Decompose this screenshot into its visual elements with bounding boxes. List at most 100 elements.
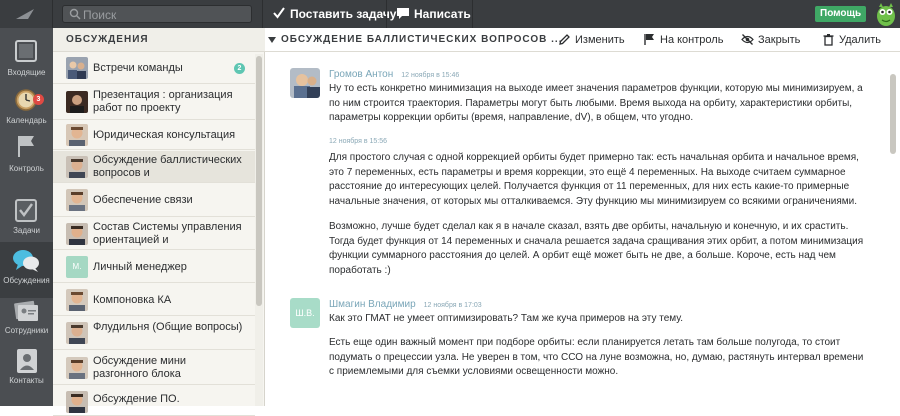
user-avatar xyxy=(66,289,88,311)
calendar-badge: 3 xyxy=(33,94,44,105)
unread-count-badge: 2 xyxy=(234,63,245,74)
list-item[interactable]: Флудильня (Общие вопросы) xyxy=(53,317,255,350)
author-name: Шмагин Владимир xyxy=(329,299,416,310)
user-avatar xyxy=(66,391,88,413)
speech-bubble-icon xyxy=(397,8,409,19)
chat-bubbles-icon xyxy=(13,250,39,272)
delete-label: Удалить xyxy=(839,34,881,46)
close-label: Закрыть xyxy=(758,34,801,46)
message-text: Возможно, лучше будет сделал как я в нач… xyxy=(329,221,864,276)
list-item-title: Юридическая консультация xyxy=(93,129,236,141)
list-item[interactable]: Обсуждение мини разгонного блока xyxy=(53,351,255,385)
edit-label: Изменить xyxy=(575,34,625,46)
message-author[interactable]: Громов Антон 12 ноября в 15:46 xyxy=(329,69,459,80)
checkmark-icon xyxy=(273,7,285,19)
discussion-header: ОБСУЖДЕНИЕ БАЛЛИСТИЧЕСКИХ ВОПРОСОВ ... И… xyxy=(265,28,900,52)
list-item-title: Компоновка КА xyxy=(93,294,172,306)
nav-employees[interactable]: Сотрудники xyxy=(0,294,53,350)
nav-calendar-label: Календарь xyxy=(6,116,47,125)
user-avatar-icon[interactable] xyxy=(874,1,898,27)
list-item-active[interactable]: Обсуждение баллистических вопросов и xyxy=(53,151,255,183)
nav-contacts-label: Контакты xyxy=(9,376,44,385)
message-author[interactable]: Шмагин Владимир 12 ноября в 17:03 xyxy=(329,299,482,310)
eye-off-icon xyxy=(741,34,754,45)
control-label: На контроль xyxy=(660,34,724,46)
delete-button[interactable]: Удалить xyxy=(822,32,881,48)
user-avatar xyxy=(66,223,88,245)
nav-control-label: Контроль xyxy=(9,164,44,173)
app-logo-icon[interactable] xyxy=(14,7,38,21)
nav-tasks[interactable]: Задачи xyxy=(0,192,53,248)
list-item[interactable]: Компоновка КА xyxy=(53,284,255,316)
list-item[interactable]: Состав Системы управления ориентацией и xyxy=(53,218,255,250)
write-label: Написать xyxy=(414,7,471,21)
person-icon xyxy=(17,349,37,373)
list-scrollbar-thumb[interactable] xyxy=(256,56,262,306)
message-time: 12 ноября в 15:46 xyxy=(401,72,460,79)
message-scrollbar[interactable] xyxy=(889,54,897,406)
new-task-label: Поставить задачу xyxy=(290,7,397,21)
initials-avatar: М. xyxy=(66,256,88,278)
author-name: Громов Антон xyxy=(329,69,394,80)
list-scrollbar[interactable] xyxy=(255,54,263,406)
list-item[interactable]: Презентация : организация работ по проек… xyxy=(53,85,255,120)
user-avatar xyxy=(66,189,88,211)
list-item-title: Обсуждение ПО. xyxy=(93,393,180,405)
edit-button[interactable]: Изменить xyxy=(558,32,625,48)
message-time: 12 ноября в 15:56 xyxy=(329,138,388,145)
write-button[interactable]: Написать xyxy=(396,6,471,22)
message-text: Как это ГМАТ не умеет оптимизировать? Та… xyxy=(329,313,684,324)
list-item-title: Обсуждение мини разгонного блока xyxy=(93,355,187,380)
list-item-title: Обеспечение связи xyxy=(93,194,193,206)
initials-avatar[interactable]: Ш.В. xyxy=(290,298,320,328)
contacts-cards-icon xyxy=(14,300,38,321)
list-item[interactable]: Юридическая консультация xyxy=(53,121,255,150)
list-item[interactable]: Обеспечение связи xyxy=(53,184,255,217)
user-avatar xyxy=(66,156,88,178)
close-button[interactable]: Закрыть xyxy=(741,32,800,48)
message-text: Ну то есть конкретно минимизация на выхо… xyxy=(329,83,863,124)
chevron-down-icon[interactable] xyxy=(268,37,276,43)
list-item-title: Личный менеджер xyxy=(93,261,187,273)
user-avatar xyxy=(66,357,88,379)
user-avatar xyxy=(66,91,88,113)
list-item-title: Флудильня (Общие вопросы) xyxy=(93,321,243,333)
flag-icon xyxy=(644,34,654,45)
message-text: Для простого случая с одной коррекцией о… xyxy=(329,152,859,207)
control-button[interactable]: На контроль xyxy=(643,32,723,48)
flag-icon xyxy=(18,136,34,157)
message-scrollbar-thumb[interactable] xyxy=(890,74,896,154)
list-item[interactable]: М. Личный менеджер xyxy=(53,251,255,283)
list-item[interactable]: Встречи команды 2 xyxy=(53,53,255,84)
user-avatar xyxy=(66,322,88,344)
nav-discussions-label: Обсуждения xyxy=(3,276,50,285)
list-item-title: Презентация : организация работ по проек… xyxy=(93,89,233,114)
nav-tasks-label: Задачи xyxy=(13,226,40,235)
search-input[interactable]: Поиск xyxy=(62,5,252,23)
inbox-icon xyxy=(15,40,37,62)
new-task-button[interactable]: Поставить задачу xyxy=(272,6,396,22)
help-button[interactable]: Помощь xyxy=(815,6,867,22)
pencil-icon xyxy=(559,34,570,45)
nav-inbox[interactable]: Входящие xyxy=(0,32,53,88)
nav-control[interactable]: Контроль xyxy=(0,128,53,184)
message-time: 12 ноября в 17:03 xyxy=(423,302,482,309)
discussion-title: ОБСУЖДЕНИЕ БАЛЛИСТИЧЕСКИХ ВОПРОСОВ ... xyxy=(281,34,563,45)
trash-icon xyxy=(823,34,834,46)
search-placeholder: Поиск xyxy=(83,8,117,22)
search-icon xyxy=(69,8,81,20)
nav-discussions[interactable]: Обсуждения xyxy=(0,242,53,298)
user-avatar xyxy=(66,124,88,146)
discussions-list-panel: ОБСУЖДЕНИЯ Встречи команды 2 Презентация… xyxy=(53,28,265,416)
author-avatar[interactable] xyxy=(290,68,320,98)
nav-contacts[interactable]: Контакты xyxy=(0,346,53,402)
list-item-title: Встречи команды xyxy=(93,62,183,74)
list-header: ОБСУЖДЕНИЯ xyxy=(53,28,265,52)
list-item[interactable]: Обсуждение ПО. xyxy=(53,386,255,416)
nav-employees-label: Сотрудники xyxy=(4,326,49,335)
discussion-view: ОБСУЖДЕНИЕ БАЛЛИСТИЧЕСКИХ ВОПРОСОВ ... И… xyxy=(265,28,900,406)
group-avatar xyxy=(66,57,88,79)
list-item-title: Обсуждение баллистических вопросов и xyxy=(93,154,242,179)
list-item-title: Состав Системы управления ориентацией и xyxy=(93,221,242,246)
message-text: Есть еще один важный момент при подборе … xyxy=(329,337,864,378)
